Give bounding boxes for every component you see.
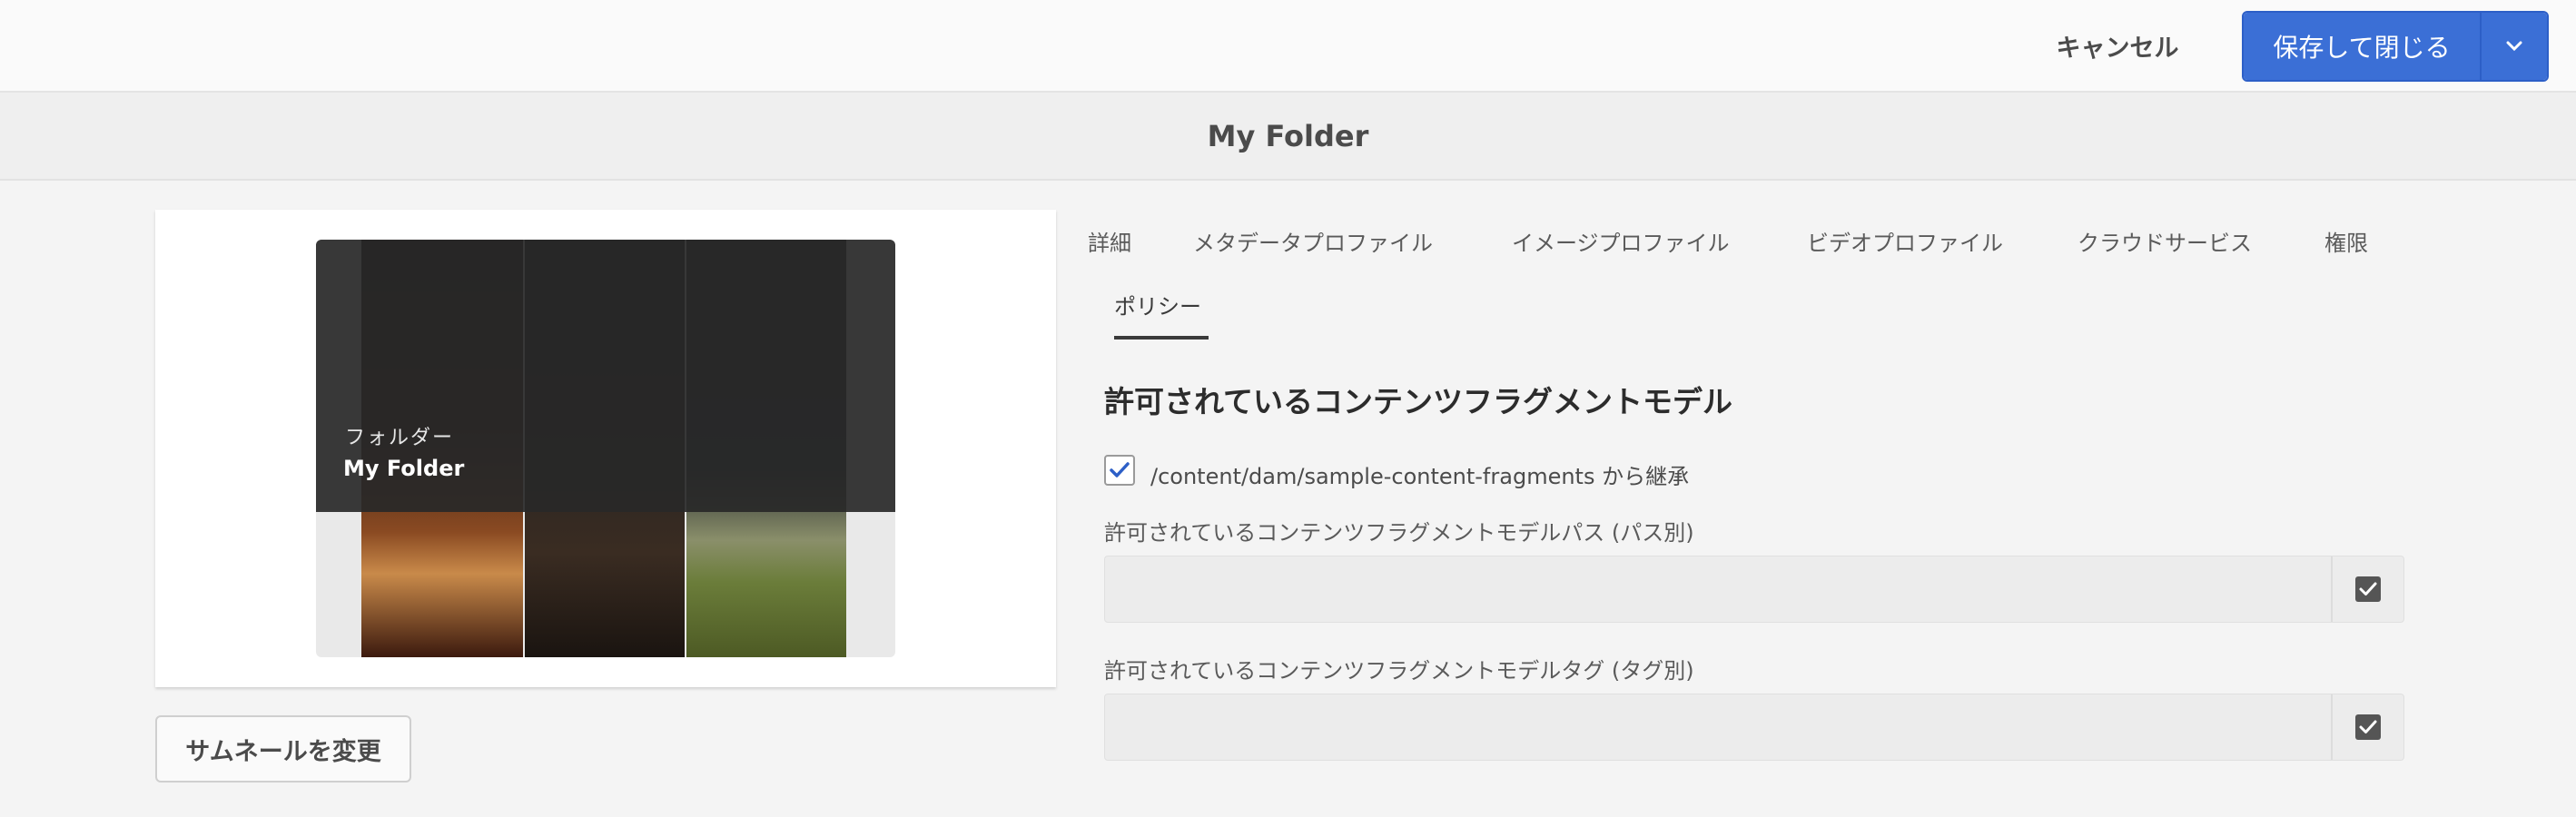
folder-thumbnail: フォルダー My Folder [316, 240, 895, 657]
save-options-dropdown[interactable] [2482, 13, 2547, 80]
tab-details[interactable]: 詳細 [1088, 225, 1131, 257]
page-title: My Folder [1207, 118, 1369, 153]
asset-type-label: フォルダー [345, 427, 455, 449]
inherit-label: /content/dam/sample-content-fragments から… [1150, 464, 1690, 489]
tag-picker-field[interactable] [1104, 694, 2404, 761]
path-picker-field[interactable] [1104, 556, 2404, 623]
tab-video-profile[interactable]: ビデオプロファイル [1807, 225, 2003, 257]
tab-permissions[interactable]: 権限 [2324, 225, 2368, 257]
tag-picker-button[interactable] [2331, 694, 2403, 760]
save-and-close-button[interactable]: 保存して閉じる [2244, 13, 2482, 80]
chevron-down-icon [2506, 41, 2522, 52]
inherit-checkbox[interactable] [1104, 455, 1135, 486]
tab-cloud-services[interactable]: クラウドサービス [2078, 225, 2252, 257]
folder-card: フォルダー My Folder [155, 210, 1056, 687]
select-check-icon [2355, 576, 2381, 602]
action-bar: キャンセル 保存して閉じる [0, 0, 2576, 93]
folder-name: My Folder [343, 456, 465, 481]
select-check-icon [2355, 714, 2381, 740]
save-button-group: 保存して閉じる [2242, 11, 2549, 82]
path-field-label: 許可されているコンテンツフラグメントモデルパス (パス別) [1104, 520, 1694, 546]
thumbnail-overlay: フォルダー My Folder [316, 240, 895, 512]
tab-policies[interactable]: ポリシー [1114, 289, 1201, 320]
change-thumbnail-button[interactable]: サムネールを変更 [155, 715, 411, 783]
tab-image-profile[interactable]: イメージプロファイル [1512, 225, 1730, 257]
section-title: 許可されているコンテンツフラグメントモデル [1104, 384, 1733, 419]
checkmark-icon [1110, 462, 1130, 477]
tab-metadata-profile[interactable]: メタデータプロファイル [1193, 225, 1433, 257]
path-picker-button[interactable] [2331, 556, 2403, 622]
cancel-button[interactable]: キャンセル [2027, 20, 2208, 71]
tag-field-label: 許可されているコンテンツフラグメントモデルタグ (タグ別) [1104, 658, 1694, 684]
active-tab-indicator [1114, 336, 1209, 340]
title-bar: My Folder [0, 93, 2576, 181]
